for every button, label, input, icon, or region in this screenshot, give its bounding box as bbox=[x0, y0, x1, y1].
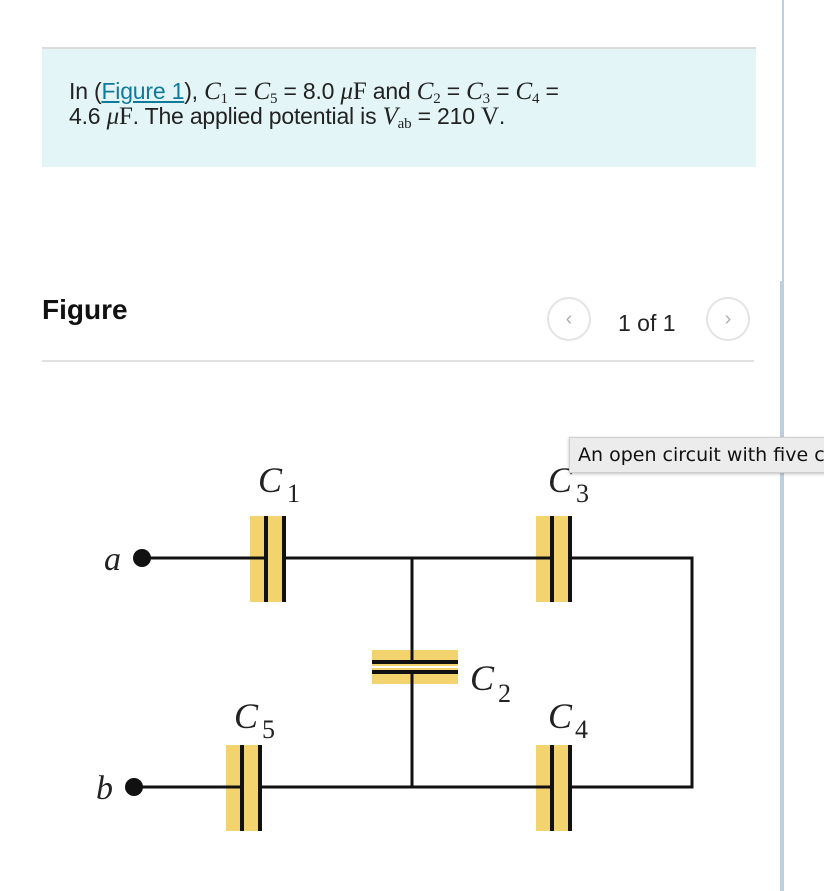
terminal-a-dot bbox=[133, 549, 151, 567]
wire-right-loop bbox=[570, 556, 694, 789]
c1-plate-right-fill bbox=[268, 516, 284, 602]
c1-subscript: 1 bbox=[287, 479, 300, 508]
c2-subscript: 2 bbox=[498, 679, 511, 708]
c4-plate-right-fill bbox=[554, 745, 570, 831]
c1-label: C bbox=[258, 460, 283, 500]
c4-label: C bbox=[548, 696, 573, 736]
c3-plate-right-fill bbox=[554, 516, 570, 602]
c2-label: C bbox=[470, 658, 495, 698]
c4-subscript: 4 bbox=[575, 715, 588, 744]
c5-label: C bbox=[234, 696, 259, 736]
terminal-b-label: b bbox=[96, 770, 113, 807]
figure-alt-tooltip: An open circuit with five capacitors bbox=[569, 437, 824, 473]
terminal-b-dot bbox=[125, 778, 143, 796]
circuit-labels: a b C 1 C 3 C 2 C 4 C 5 bbox=[96, 460, 589, 807]
capacitor-plates bbox=[240, 516, 572, 831]
c3-subscript: 3 bbox=[576, 479, 589, 508]
c5-plate-right-fill bbox=[244, 745, 260, 831]
terminal-a-label: a bbox=[104, 541, 121, 578]
c5-subscript: 5 bbox=[262, 715, 275, 744]
